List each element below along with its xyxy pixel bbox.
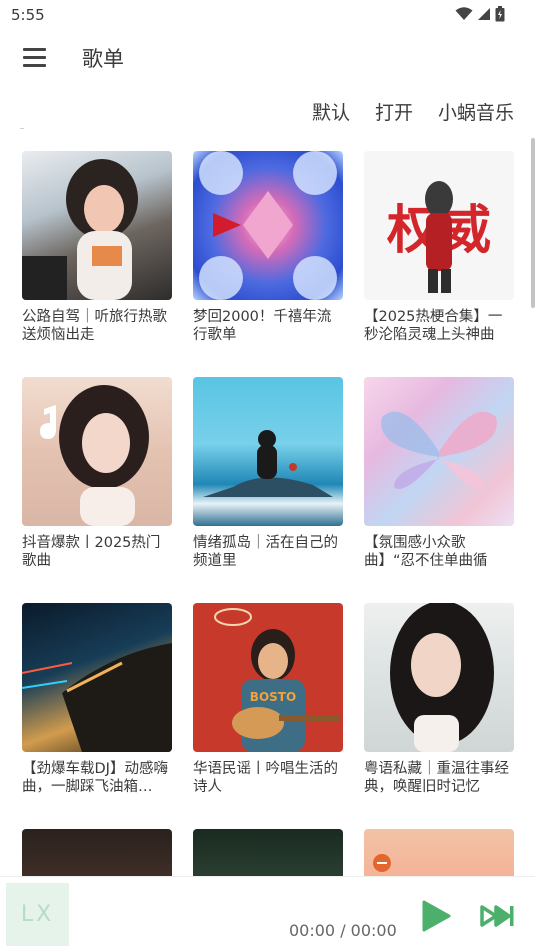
playlist-title: 【氛围感小众歌曲】“忍不住单曲循环！”: [364, 535, 488, 569]
cover-art: [199, 151, 337, 300]
player-logo-text: LX: [20, 902, 55, 927]
playlist-cover: [22, 377, 172, 526]
playlist-card[interactable]: 权威 【2025热梗合集】一秒沦陷灵魂上头神曲: [364, 151, 514, 344]
playlist-card[interactable]: 【氛围感小众歌曲】“忍不住单曲循环！”: [364, 377, 514, 570]
tab-open[interactable]: 打开: [375, 98, 413, 125]
app-bar: 歌单: [0, 34, 535, 80]
playlist-card[interactable]: 抖音爆款丨2025热门歌曲: [22, 377, 172, 570]
sort-tabs: 默认 打开 小蜗音乐: [312, 98, 514, 125]
menu-line: [23, 64, 46, 67]
playlist-title: 抖音爆款丨2025热门歌曲: [22, 535, 161, 569]
playlist-card[interactable]: 梦回2000！千禧年流行歌单: [193, 151, 343, 344]
menu-line: [23, 56, 46, 59]
tab-xiaowo-music[interactable]: 小蜗音乐: [438, 98, 514, 125]
menu-line: [23, 48, 46, 51]
playlist-cover: [364, 377, 514, 526]
status-time: 5:55: [11, 6, 45, 24]
cover-art: [390, 603, 494, 752]
playlist-cover: [364, 603, 514, 752]
cover-art: [381, 411, 497, 489]
playlist-cover: 权威: [364, 151, 514, 300]
page-title: 歌单: [82, 47, 124, 71]
playlist-title: 华语民谣丨吟唱生活的诗人: [193, 761, 338, 795]
cover-art: [203, 430, 333, 497]
cover-art: 权威: [386, 181, 491, 293]
playlist-title: 粤语私藏｜重温往事经典，唤醒旧时记忆: [364, 761, 509, 795]
tab-default[interactable]: 默认: [312, 98, 350, 125]
cover-art: [22, 159, 138, 300]
skip-next-icon[interactable]: [478, 901, 516, 931]
playlist-title: 梦回2000！千禧年流行歌单: [193, 309, 332, 343]
cover-art: [22, 643, 172, 752]
status-icons: [455, 6, 505, 22]
playlist-cover: [22, 603, 172, 752]
playlist-cover: [193, 151, 343, 300]
player-time: 00:00 / 00:00: [289, 921, 397, 940]
playlist-cover: [22, 151, 172, 300]
playlist-card[interactable]: 【劲爆车载DJ】动感嗨曲，一脚踩飞油箱…: [22, 603, 172, 796]
playlist-card[interactable]: 公路自驾｜听旅行热歌送烦恼出走: [22, 151, 172, 344]
playlist-cover: [193, 377, 343, 526]
scrollbar[interactable]: [531, 138, 535, 308]
player-bar: LX 00:00 / 00:00: [0, 876, 535, 951]
cover-art: BOSTO: [214, 608, 339, 752]
status-bar: 5:55: [0, 0, 535, 30]
playlist-title: 公路自驾｜听旅行热歌送烦恼出走: [22, 309, 167, 343]
playlist-title: 【2025热梗合集】一秒沦陷灵魂上头神曲: [364, 309, 503, 343]
divider: [20, 128, 24, 129]
battery-icon: [495, 6, 505, 22]
menu-icon[interactable]: [14, 40, 54, 74]
playlist-title: 【劲爆车载DJ】动感嗨曲，一脚踩飞油箱…: [22, 761, 168, 795]
wifi-icon: [455, 7, 473, 20]
cover-art: [40, 385, 149, 526]
signal-icon: [478, 8, 490, 20]
play-icon[interactable]: [418, 899, 452, 933]
playlist-card[interactable]: BOSTO 华语民谣丨吟唱生活的诗人: [193, 603, 343, 796]
cover-text: BOSTO: [250, 690, 296, 704]
playlist-card[interactable]: 情绪孤岛｜活在自己的频道里: [193, 377, 343, 570]
player-cover[interactable]: LX: [6, 883, 69, 946]
playlist-cover: BOSTO: [193, 603, 343, 752]
playlist-title: 情绪孤岛｜活在自己的频道里: [193, 535, 338, 569]
playlist-card[interactable]: 粤语私藏｜重温往事经典，唤醒旧时记忆: [364, 603, 514, 796]
